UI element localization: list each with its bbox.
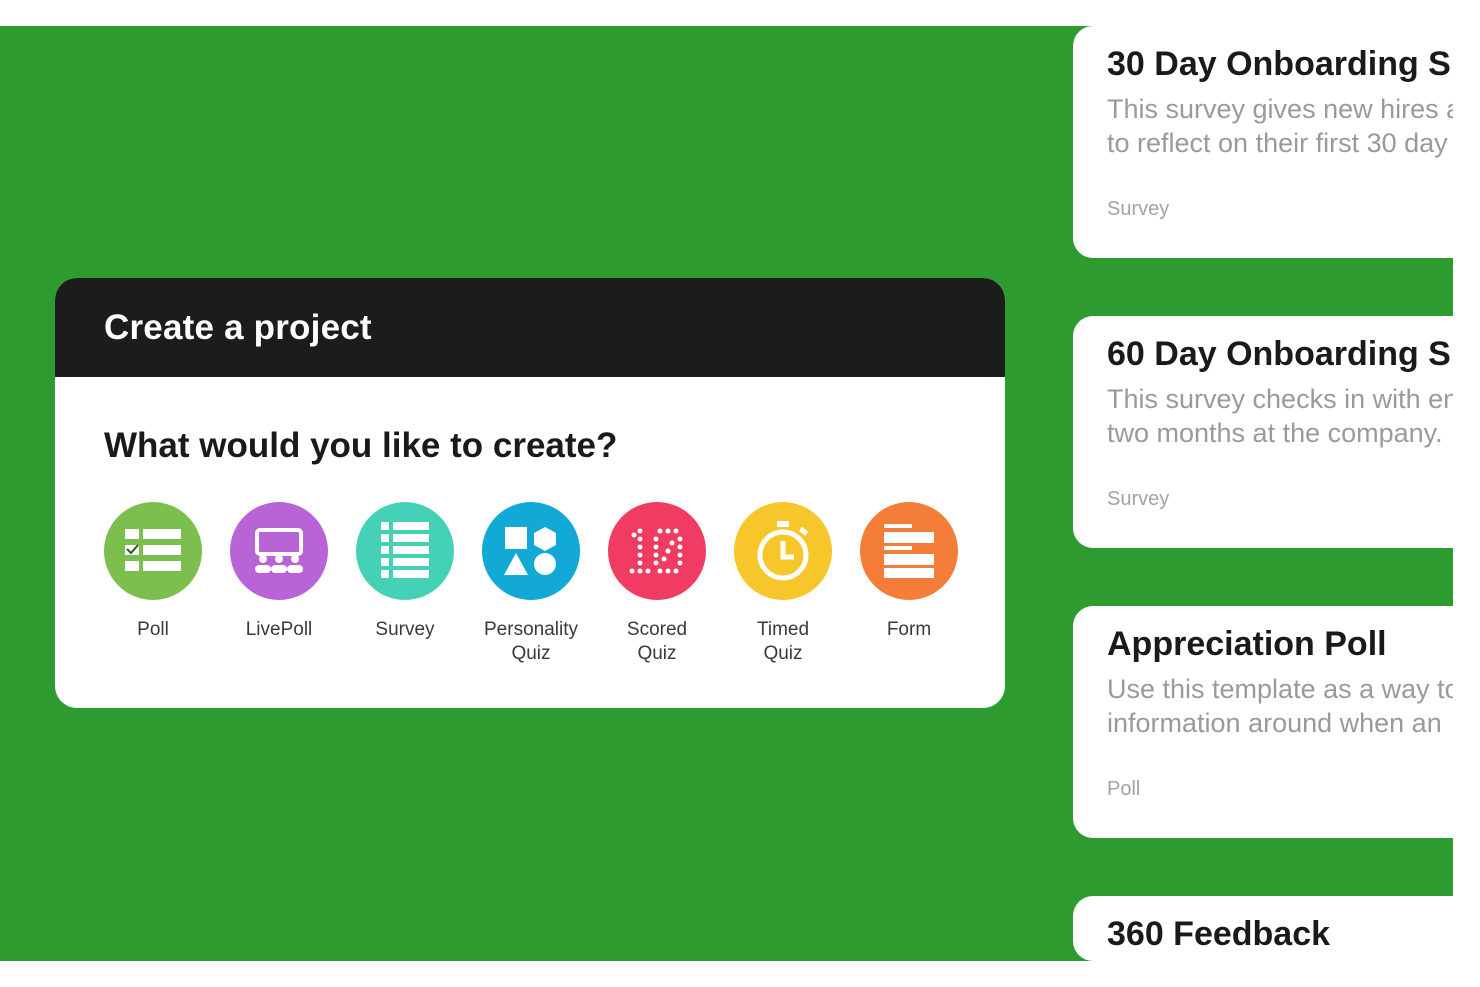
template-card-30-day-onboarding[interactable]: 30 Day Onboarding Sur This survey gives … [1073, 26, 1453, 258]
create-question: What would you like to create? [104, 426, 618, 465]
template-description-line: This survey gives new hires a [1107, 94, 1453, 124]
project-type-label: Timed Quiz [756, 619, 810, 664]
template-card-360-feedback[interactable]: 360 Feedback [1073, 896, 1453, 961]
template-description-line: Use this template as a way to [1107, 674, 1453, 704]
template-card-appreciation-poll[interactable]: Appreciation Poll Use this template as a… [1073, 606, 1453, 838]
project-type-list: Poll LivePoll Survey Personality Quiz Sc… [104, 502, 958, 666]
project-type-poll[interactable]: Poll [104, 502, 202, 666]
survey-checklist-icon [356, 502, 454, 600]
template-description: This survey checks in with en two months… [1107, 382, 1453, 450]
project-type-label: Poll [137, 619, 169, 640]
project-type-label: LivePoll [245, 619, 313, 640]
template-description: Use this template as a way to informatio… [1107, 672, 1453, 740]
project-type-form[interactable]: Form [860, 502, 958, 666]
template-title: 360 Feedback [1107, 915, 1331, 953]
modal-header: Create a project [55, 278, 1005, 377]
template-title: Appreciation Poll [1107, 625, 1387, 663]
template-description-line: This survey checks in with en [1107, 384, 1453, 414]
project-type-personality-quiz[interactable]: Personality Quiz [482, 502, 580, 666]
template-description-line: two months at the company. [1107, 418, 1443, 448]
modal-title: Create a project [104, 307, 372, 347]
stopwatch-icon [734, 502, 832, 600]
template-title: 60 Day Onboarding Sur [1107, 335, 1453, 373]
template-type: Survey [1107, 488, 1170, 510]
project-type-label: Scored Quiz [626, 619, 688, 664]
template-type: Poll [1107, 778, 1141, 800]
project-type-livepoll[interactable]: LivePoll [230, 502, 328, 666]
form-lines-icon [860, 502, 958, 600]
project-type-timed-quiz[interactable]: Timed Quiz [734, 502, 832, 666]
live-poll-audience-icon [230, 502, 328, 600]
project-type-survey[interactable]: Survey [356, 502, 454, 666]
template-description: This survey gives new hires a to reflect… [1107, 92, 1453, 160]
project-type-label: Survey [375, 619, 435, 640]
project-type-label: Personality Quiz [484, 619, 578, 664]
shapes-icon [482, 502, 580, 600]
template-description-line: information around when an [1107, 708, 1442, 738]
project-type-scored-quiz[interactable]: Scored Quiz [608, 502, 706, 666]
template-type: Survey [1107, 198, 1170, 220]
poll-list-icon [104, 502, 202, 600]
template-title: 30 Day Onboarding Sur [1107, 45, 1453, 83]
template-card-60-day-onboarding[interactable]: 60 Day Onboarding Sur This survey checks… [1073, 316, 1453, 548]
score-10-icon [608, 502, 706, 600]
template-description-line: to reflect on their first 30 day [1107, 128, 1448, 158]
project-type-label: Form [886, 619, 932, 640]
create-project-modal: Create a project What would you like to … [55, 278, 1005, 708]
